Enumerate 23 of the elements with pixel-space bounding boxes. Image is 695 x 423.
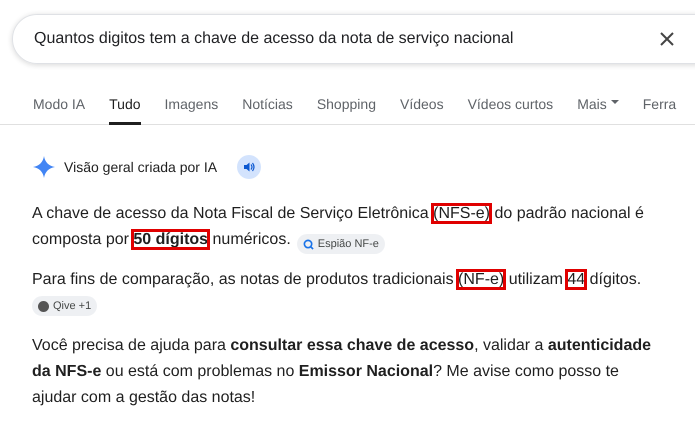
search-tab[interactable]: Imagens [164,94,218,125]
search-tab[interactable]: Tudo [109,94,141,125]
search-tab[interactable]: Ferra [642,94,676,125]
search-icon [302,238,314,250]
speaker-icon [243,161,256,173]
overview-title: Visão geral criada por IA [64,158,218,177]
source-chip[interactable]: Qive +1 [32,296,98,316]
search-tab[interactable]: Vídeos [400,94,444,125]
search-tab[interactable]: Shopping [316,94,376,125]
caret-icon [610,100,619,105]
more-menu[interactable]: Mais [577,94,619,125]
answer-text: Para fins de comparação, as notas de produtos tradicionais (NF-e) utilizam 44 dígitos. [32,270,642,290]
search-text: Quantos digitos tem a chave de acesso da nota de serviço nacional [34,29,514,49]
source-chip[interactable]: Espião NF-e [296,234,385,254]
search-tab[interactable]: Vídeos curtos [468,94,554,125]
close-icon[interactable] [660,32,674,46]
search-field[interactable]: Quantos digitos tem a chave de acesso da nota de serviço nacional [12,14,695,64]
speaker-button[interactable] [237,155,262,179]
search-tab[interactable]: Notícias [242,94,293,125]
search-tab[interactable]: Modo IA [33,94,86,125]
logo-icon [38,300,49,312]
sparkle-icon [32,155,56,179]
answer-text: Você precisa de ajuda para consultar essa chave de acesso, validar a autenticidade da NFS-e ou está com problemas no Emissor Nacional? Me avise como posso te ajudar com a gestão das notas! [32,336,652,408]
